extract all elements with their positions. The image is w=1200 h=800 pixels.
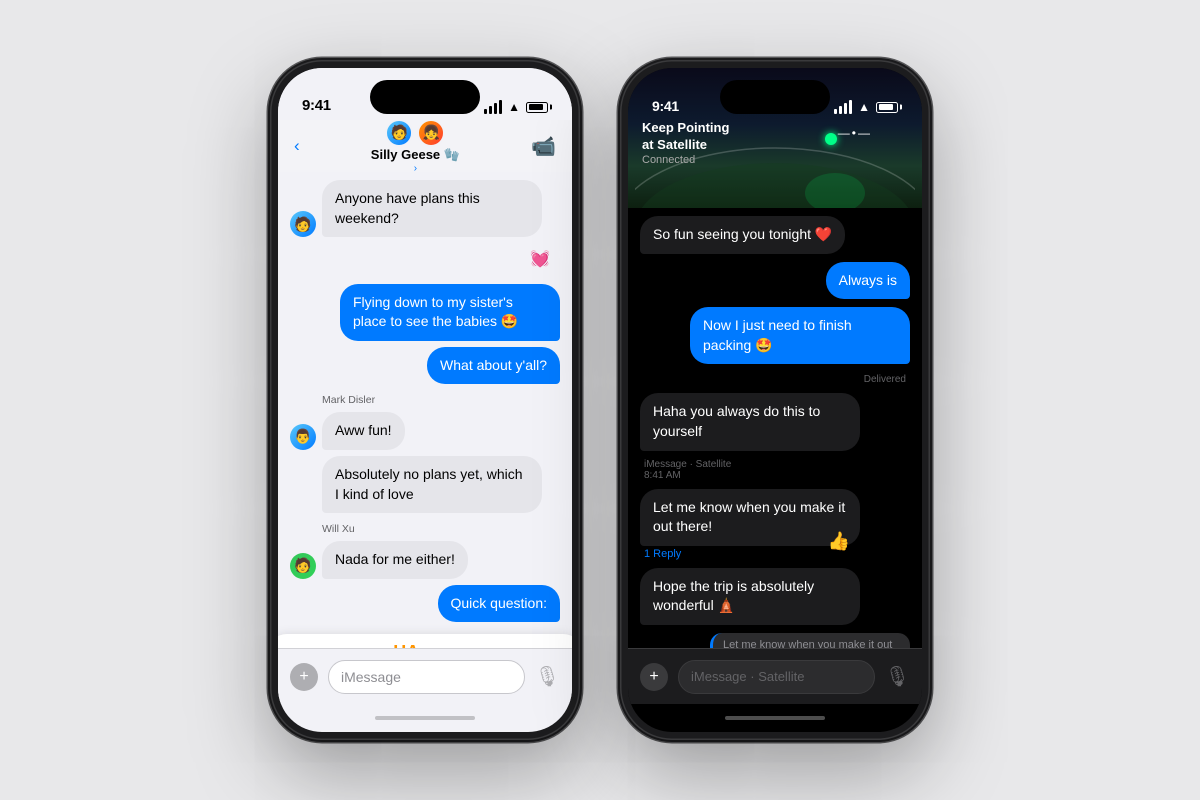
dark-msg-5: Let me know when you make it out there! … xyxy=(640,489,910,560)
bubble-6: Absolutely no plans yet, which I kind of… xyxy=(322,456,542,513)
signal-bar-6 xyxy=(839,106,842,114)
signal-bar-1 xyxy=(484,109,487,114)
battery-1 xyxy=(526,102,548,113)
satellite-signal-icon: —•— xyxy=(838,126,872,140)
battery-2 xyxy=(876,102,898,113)
dark-bubble-3: Now I just need to finish packing 🤩 xyxy=(690,307,910,364)
bubble-3: Flying down to my sister's place to see … xyxy=(340,284,560,341)
wifi-icon-1: ▲ xyxy=(508,100,520,114)
phone-1: 9:41 ▲ ‹ xyxy=(270,60,580,740)
satellite-title: Keep Pointingat Satellite xyxy=(642,120,729,154)
input-placeholder-1: iMessage xyxy=(341,669,401,685)
home-bar-line-1 xyxy=(375,716,475,720)
bubble-5: Aww fun! xyxy=(322,412,405,450)
avatar-2: 👨 xyxy=(290,424,316,450)
battery-fill-2 xyxy=(879,104,893,110)
msg-5: 👨 Aww fun! xyxy=(290,412,560,450)
mic-button-2[interactable]: 🎙 xyxy=(885,664,910,689)
dark-msg-3: Now I just need to finish packing 🤩 xyxy=(640,307,910,364)
dark-msg-6: Hope the trip is absolutely wonderful 🛕 xyxy=(640,568,910,625)
status-time-1: 9:41 xyxy=(302,97,331,114)
status-time-2: 9:41 xyxy=(652,98,679,114)
avatar-3: 🧑 xyxy=(290,553,316,579)
satellite-status: Keep Pointingat Satellite Connected xyxy=(642,120,729,166)
msg-8: Quick question: xyxy=(290,585,560,623)
phone-1-screen: 9:41 ▲ ‹ xyxy=(278,68,572,732)
dark-msg-1: So fun seeing you tonight ❤️ xyxy=(640,216,910,254)
msg-4: What about y'all? xyxy=(290,347,560,385)
dark-bubble-1: So fun seeing you tonight ❤️ xyxy=(640,216,845,254)
phone-2-screen: 9:41 ▲ Kee xyxy=(628,68,922,732)
bubble-8: Quick question: xyxy=(438,585,561,623)
dark-bubble-4: Haha you always do this to yourself xyxy=(640,393,860,450)
signal-bar-4 xyxy=(499,100,502,114)
dark-msg-4: Haha you always do this to yourself xyxy=(640,393,910,450)
group-avatar-2: 👧 xyxy=(417,119,445,147)
signal-bar-2 xyxy=(489,106,492,114)
back-button-1[interactable]: ‹ xyxy=(294,136,300,156)
msg-2: 💓 xyxy=(290,243,560,277)
messages-area-1[interactable]: 🧑 Anyone have plans this weekend? 💓 Flyi… xyxy=(278,172,572,648)
message-input-1[interactable]: iMessage xyxy=(328,660,525,694)
signal-bar-7 xyxy=(844,103,847,114)
nav-bar-1: ‹ 🧑 👧 Silly Geese 🧤 › 📹 xyxy=(278,120,572,172)
nav-center-1: 🧑 👧 Silly Geese 🧤 › xyxy=(371,119,460,174)
group-name-1: Silly Geese 🧤 xyxy=(371,147,460,163)
video-call-button-1[interactable]: 📹 xyxy=(531,134,556,159)
reaction-bar-1[interactable]: ❤️ 👍 👎 HA HA ‼️ ❓ 🎂 ⚡ xyxy=(278,634,572,648)
dark-satellite-label: iMessage · Satellite8:41 AM xyxy=(640,459,910,481)
input-bar-2: + iMessage · Satellite 🎙 xyxy=(628,648,922,704)
satellite-dot xyxy=(825,133,837,145)
battery-fill-1 xyxy=(529,104,543,110)
bubble-4: What about y'all? xyxy=(427,347,560,385)
dark-status-1: Delivered xyxy=(640,372,910,385)
mic-button-1[interactable]: 🎙 xyxy=(535,664,560,689)
msg-3: Flying down to my sister's place to see … xyxy=(290,284,560,341)
input-placeholder-2: iMessage · Satellite xyxy=(691,669,804,684)
status-icons-2: ▲ xyxy=(834,100,898,114)
messages-area-2[interactable]: So fun seeing you tonight ❤️ Always is N… xyxy=(628,208,922,648)
signal-bars-1 xyxy=(484,100,502,114)
bubble-7: Nada for me either! xyxy=(322,541,468,579)
msg-7: 🧑 Nada for me either! xyxy=(290,541,560,579)
dark-bubble-5: Let me know when you make it out there! … xyxy=(640,489,860,546)
input-bar-1: + iMessage 🎙 xyxy=(278,648,572,704)
dynamic-island-2 xyxy=(720,80,830,114)
delivered-status: Delivered xyxy=(864,374,906,385)
plus-button-1[interactable]: + xyxy=(290,663,318,691)
bubble-2: 💓 xyxy=(520,243,560,277)
group-avatar-1: 🧑 xyxy=(385,119,413,147)
dark-bubble-2: Always is xyxy=(826,262,910,300)
home-bar-line-2 xyxy=(725,716,825,720)
thumbs-reaction-1: 👍 xyxy=(828,529,850,554)
wifi-icon-2: ▲ xyxy=(858,100,870,114)
signal-bar-3 xyxy=(494,103,497,114)
dark-msg-2: Always is xyxy=(640,262,910,300)
sender-name-2: Will Xu xyxy=(322,523,355,535)
sender-label-1: Mark Disler xyxy=(322,390,560,408)
phone-2: 9:41 ▲ Kee xyxy=(620,60,930,740)
satellite-connected: Connected xyxy=(642,154,729,166)
bubble-1: Anyone have plans this weekend? xyxy=(322,180,542,237)
msg-5-wrapper: Let me know when you make it out there! … xyxy=(640,489,860,560)
home-bar-1 xyxy=(278,704,572,732)
dark-bubble-6: Hope the trip is absolutely wonderful 🛕 xyxy=(640,568,860,625)
plus-button-2[interactable]: + xyxy=(640,663,668,691)
sender-name-1: Mark Disler xyxy=(322,394,375,406)
msg-6: Absolutely no plans yet, which I kind of… xyxy=(290,456,560,513)
dynamic-island-1 xyxy=(370,80,480,114)
imessage-sat-label: iMessage · Satellite8:41 AM xyxy=(644,459,731,481)
sender-label-2: Will Xu xyxy=(322,519,560,537)
msg-1: 🧑 Anyone have plans this weekend? xyxy=(290,180,560,237)
reply-wrapper: Let me know when you make it out there! … xyxy=(690,633,910,648)
signal-bars-2 xyxy=(834,100,852,114)
avatar-1: 🧑 xyxy=(290,211,316,237)
dark-msg-7: Let me know when you make it out there! … xyxy=(640,633,910,648)
signal-bar-5 xyxy=(834,109,837,114)
quoted-bubble-1: Let me know when you make it out there! xyxy=(710,633,910,648)
home-bar-2 xyxy=(628,704,922,732)
status-icons-1: ▲ xyxy=(484,100,548,114)
message-input-2[interactable]: iMessage · Satellite xyxy=(678,660,875,694)
signal-bar-8 xyxy=(849,100,852,114)
